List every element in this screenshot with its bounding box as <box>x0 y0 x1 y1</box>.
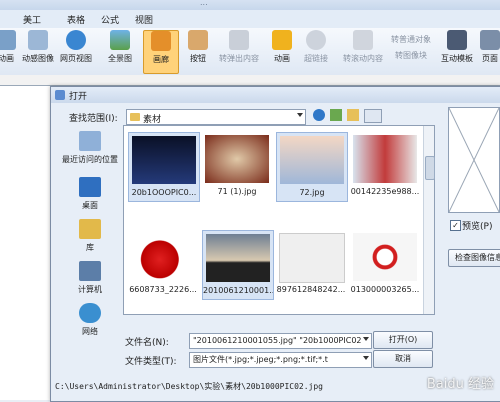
cancel-button[interactable]: 取消 <box>373 350 433 368</box>
file-list[interactable]: 20b1OOOPIC0... 71 (1).jpg 72.jpg 0014223… <box>123 125 435 315</box>
file-list-scrollbar[interactable] <box>423 126 435 314</box>
network-icon <box>79 303 101 323</box>
empty-preview-icon <box>448 107 500 213</box>
menu-formula[interactable]: 公式 <box>96 12 124 27</box>
file-item[interactable]: 013000003265... <box>350 230 420 298</box>
file-item[interactable]: 00142235e988... <box>350 132 420 200</box>
scrollbar-thumb[interactable] <box>425 156 435 180</box>
watermark: Baidu 经验 <box>426 377 494 392</box>
filename-input[interactable]: "2010061210001055.jpg" "20b1000PIC02. <box>189 333 364 349</box>
chevron-down-icon <box>363 356 369 360</box>
filetype-select[interactable]: 图片文件(*.jpg;*.jpeg;*.png;*.tif;*.t <box>189 352 364 368</box>
desktop-icon <box>79 177 101 197</box>
dynamic-image-icon <box>28 30 48 50</box>
menu-bar: 美工 表格 公式 视图 <box>0 10 500 29</box>
filename-label: 文件名(N): <box>125 338 169 348</box>
menu-art[interactable]: 美工 <box>18 12 46 27</box>
ribbon-template-button[interactable]: 互动模板 <box>440 30 474 72</box>
ribbon-popup-button[interactable]: 转弹出内容 <box>214 30 264 72</box>
computer-icon <box>79 261 101 281</box>
ribbon-scroll-content-button[interactable]: 转滚动内容 <box>340 30 386 72</box>
ribbon-hyperlink-button[interactable]: 超链接 <box>300 30 332 72</box>
file-item[interactable]: 897612848242... <box>276 230 346 298</box>
ribbon-web-view-button[interactable]: 网页视图 <box>58 30 94 72</box>
dialog-title-bar: 打开 <box>51 87 500 103</box>
ribbon-panorama-button[interactable]: 全景图 <box>104 30 136 72</box>
file-item[interactable]: 6608733_2226... <box>128 230 198 298</box>
place-computer[interactable]: 计算机 <box>59 261 121 295</box>
chevron-down-icon <box>297 113 303 117</box>
ribbon-animation-button[interactable]: 动画 <box>0 30 18 72</box>
app-title-bar: ... <box>0 0 500 10</box>
people-thumbnail <box>353 135 417 183</box>
web-view-icon <box>66 30 86 50</box>
file-item[interactable]: 72.jpg <box>276 132 348 202</box>
editor-canvas[interactable] <box>0 86 53 400</box>
filetype-dropdown[interactable] <box>361 352 372 368</box>
ribbon-convert-image-button[interactable]: 转图像块 <box>385 50 437 64</box>
ribbon-dynamic-image-button[interactable]: 动感图像 <box>20 30 56 72</box>
ribbon-page-button[interactable]: 页面 <box>478 30 500 72</box>
star-icon <box>272 30 292 50</box>
night-sky-thumbnail <box>132 136 196 184</box>
place-recent[interactable]: 最近访问的位置 <box>59 131 121 165</box>
page-icon <box>480 30 500 50</box>
preview-checkbox[interactable]: ✓ <box>450 220 461 231</box>
file-item[interactable]: 71 (1).jpg <box>202 132 272 200</box>
ribbon-toolbar: 动画 动感图像 网页视图 全景图 画廊 按钮 转弹出内容 动画 超链接 转普通对… <box>0 28 500 76</box>
panorama-icon <box>110 30 130 50</box>
chevron-down-icon <box>363 337 369 341</box>
open-file-dialog: 打开 查找范围(I): 素材 最近访问的位置 桌面 库 计算机 网络 20b1O… <box>50 86 500 402</box>
menu-table[interactable]: 表格 <box>62 12 90 27</box>
couple-sunset-thumbnail <box>206 234 270 282</box>
preview-box <box>448 107 500 213</box>
library-icon <box>79 219 101 239</box>
preview-label: 预览(P) <box>462 222 493 232</box>
ribbon-gallery-button[interactable]: 画廊 <box>143 30 179 74</box>
template-icon <box>447 30 467 50</box>
places-bar: 最近访问的位置 桌面 库 计算机 网络 <box>59 131 121 371</box>
baby-thumbnail <box>280 136 344 184</box>
folder-icon <box>130 113 140 121</box>
place-network[interactable]: 网络 <box>59 303 121 337</box>
look-in-combo[interactable]: 素材 <box>126 109 306 125</box>
popup-icon <box>229 30 249 50</box>
filetype-label: 文件类型(T): <box>125 357 177 367</box>
apple-thumbnail <box>131 233 195 281</box>
filename-dropdown[interactable] <box>361 333 372 349</box>
recent-places-icon <box>79 131 101 151</box>
button-icon <box>188 30 208 50</box>
view-menu-icon[interactable] <box>364 109 382 123</box>
film-icon <box>0 30 16 50</box>
ribbon-button-button[interactable]: 按钮 <box>184 30 212 72</box>
menu-view[interactable]: 视图 <box>130 12 158 27</box>
app-icon <box>55 90 65 100</box>
up-folder-icon[interactable] <box>330 109 342 121</box>
new-folder-icon[interactable] <box>347 109 359 121</box>
hyperlink-icon <box>306 30 326 50</box>
file-item[interactable]: 20b1OOOPIC0... <box>128 132 200 202</box>
ribbon-convert-object-button[interactable]: 转普通对象 <box>385 34 437 48</box>
check-image-info-button[interactable]: 检查图像信息 <box>448 249 500 267</box>
look-in-label: 查找范围(I): <box>69 114 118 124</box>
ruler <box>0 75 500 86</box>
food-thumbnail <box>205 135 269 183</box>
dialog-title: 打开 <box>69 92 88 102</box>
ribbon-anim-button[interactable]: 动画 <box>268 30 296 72</box>
open-button[interactable]: 打开(O) <box>373 331 433 349</box>
look-in-value: 素材 <box>143 115 162 125</box>
red-ribbon-thumbnail <box>353 233 417 281</box>
place-desktop[interactable]: 桌面 <box>59 177 121 211</box>
app-title: ... <box>200 0 208 7</box>
back-icon[interactable] <box>313 109 325 121</box>
postcard-thumbnail <box>279 233 345 283</box>
file-item[interactable]: 2010061210001... <box>202 230 274 300</box>
place-library[interactable]: 库 <box>59 219 121 253</box>
gallery-icon <box>151 31 171 51</box>
scroll-content-icon <box>353 30 373 50</box>
